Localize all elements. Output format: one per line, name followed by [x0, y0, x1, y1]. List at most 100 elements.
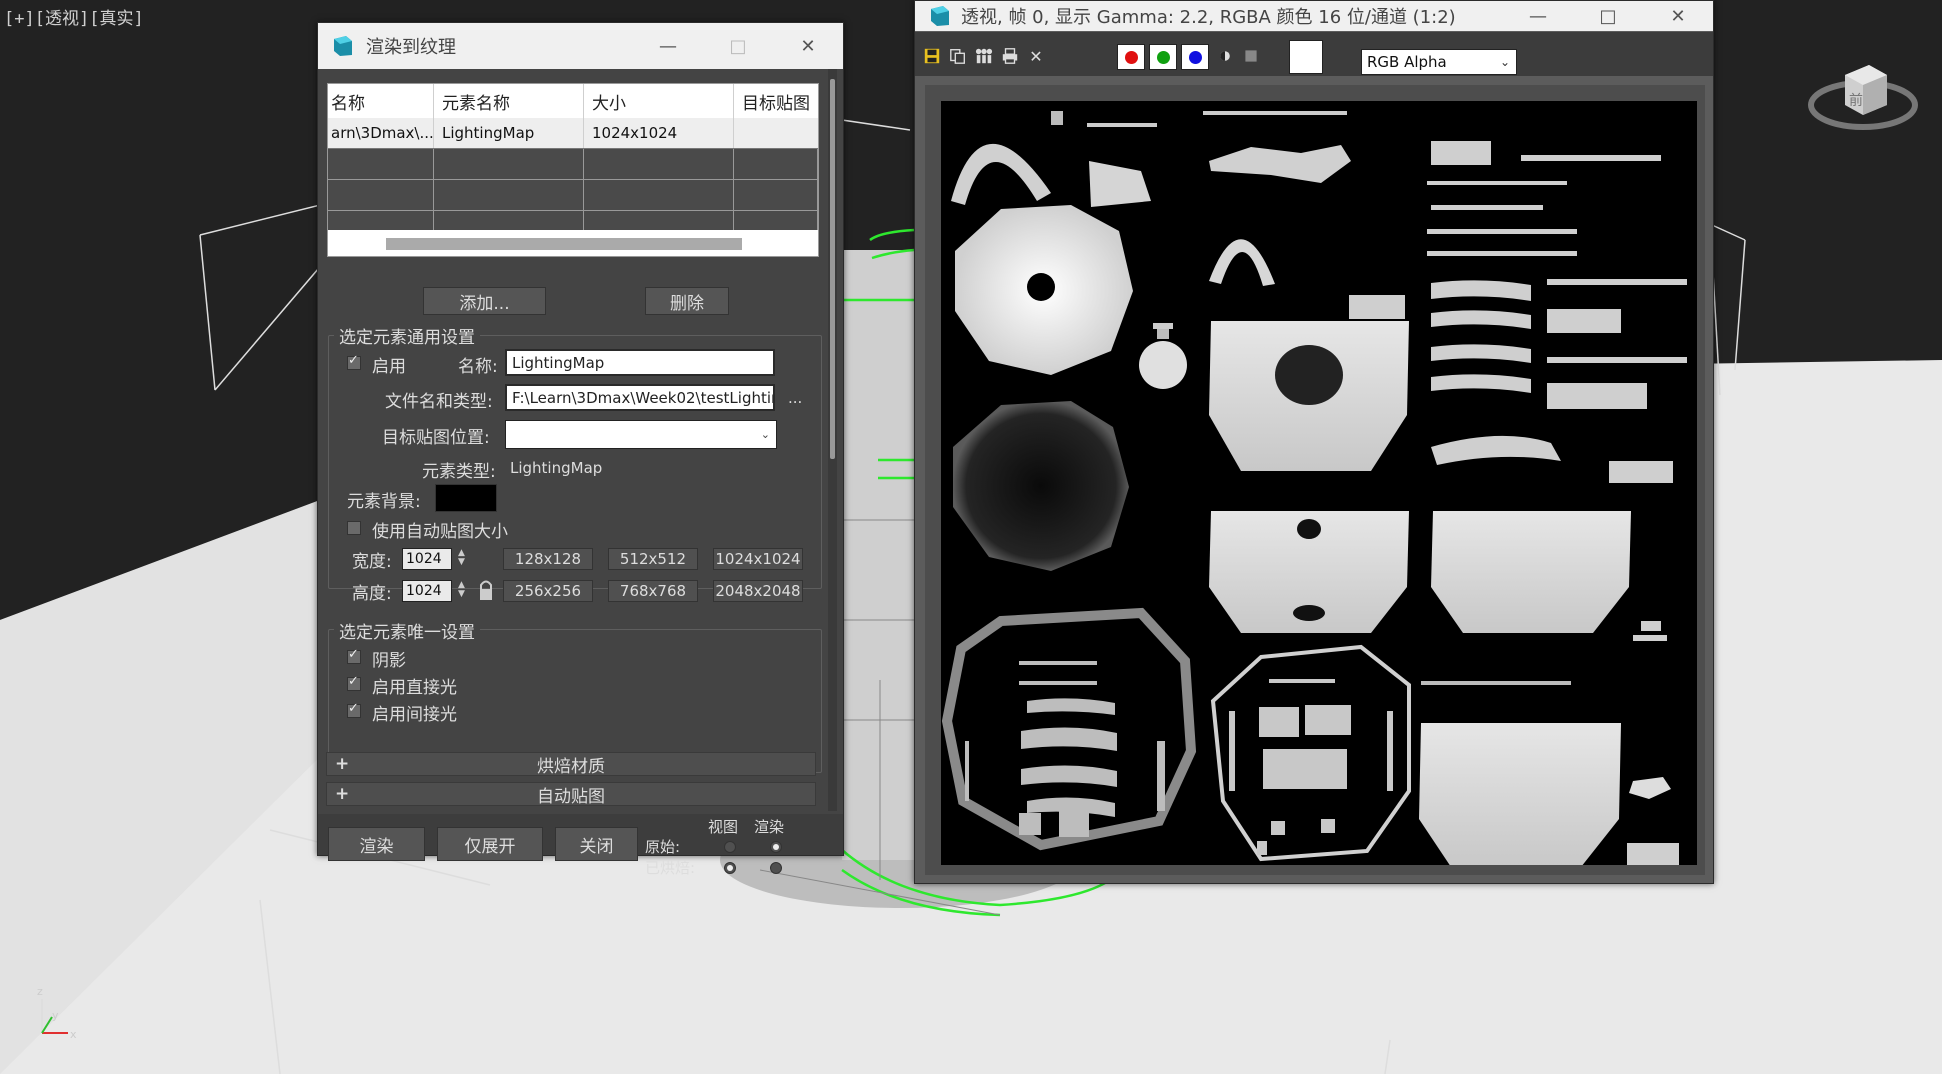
size-preset-512-button[interactable]: 512x512: [608, 548, 698, 570]
viewport-menu-shading[interactable]: [真实]: [89, 9, 143, 29]
viewport-menu-view[interactable]: [透视]: [35, 9, 89, 29]
baked-render-radio[interactable]: [770, 862, 782, 874]
target-map-select[interactable]: ⌄: [505, 420, 777, 449]
frame-buffer-titlebar[interactable]: 透视, 帧 0, 显示 Gamma: 2.2, RGBA 颜色 16 位/通道 …: [915, 1, 1713, 31]
axis-x-label: x: [70, 1028, 77, 1041]
height-label: 高度:: [352, 584, 392, 604]
table-row[interactable]: arn\3Dmax\... LightingMap 1024x1024: [328, 118, 818, 149]
viewport-label[interactable]: [+][透视][真实]: [4, 4, 144, 29]
dialog-title: 渲染到纹理: [366, 37, 456, 58]
column-header-target[interactable]: 目标贴图: [734, 84, 818, 118]
unique-settings-title: 选定元素唯一设置: [334, 618, 480, 643]
alpha-channel-icon[interactable]: [1215, 46, 1235, 66]
common-settings-title: 选定元素通用设置: [334, 323, 480, 348]
direct-light-checkbox[interactable]: [347, 674, 361, 691]
blue-channel-toggle[interactable]: [1181, 44, 1209, 70]
indirect-light-label: 启用间接光: [372, 705, 457, 725]
auto-size-checkbox[interactable]: [347, 521, 361, 535]
maximize-icon[interactable]: □: [1573, 1, 1643, 31]
cell-target: [734, 118, 818, 148]
table-hscroll-thumb[interactable]: [386, 238, 742, 250]
viewport-menu-plus[interactable]: [+]: [4, 9, 35, 29]
width-label: 宽度:: [352, 552, 392, 572]
render-area[interactable]: [925, 85, 1705, 875]
element-type-value: LightingMap: [510, 459, 603, 477]
minimize-icon[interactable]: —: [1503, 1, 1573, 31]
monochrome-icon[interactable]: [1241, 46, 1261, 66]
height-spinner[interactable]: 1024: [402, 580, 452, 602]
dialog-scrollbar[interactable]: [828, 69, 837, 811]
element-background-label: 元素背景:: [347, 492, 421, 512]
delete-element-button[interactable]: 删除: [645, 287, 729, 315]
channel-display-value: RGB Alpha: [1367, 53, 1447, 71]
original-label: 原始:: [645, 838, 681, 856]
maximize-icon[interactable]: □: [703, 23, 773, 69]
column-header-name[interactable]: 名称: [328, 84, 434, 118]
size-preset-128-button[interactable]: 128x128: [503, 548, 593, 570]
file-name-input[interactable]: F:\Learn\3Dmax\Week02\testLightingM: [505, 384, 775, 411]
size-preset-2048-button[interactable]: 2048x2048: [713, 580, 803, 602]
name-label: 名称:: [458, 357, 498, 377]
frame-buffer-toolbar: ✕ RGB Alpha ⌄: [915, 32, 1713, 76]
view-column-label: 视图: [708, 818, 739, 836]
indirect-light-checkbox[interactable]: [347, 701, 361, 718]
baked-label: 已烘焙:: [645, 859, 696, 877]
chevron-down-icon: ⌄: [1499, 55, 1510, 69]
height-spinner-arrows[interactable]: ▲ ▼: [458, 581, 468, 599]
green-channel-toggle[interactable]: [1149, 44, 1177, 70]
clear-icon[interactable]: ✕: [1026, 46, 1046, 66]
element-name-input[interactable]: LightingMap: [505, 349, 775, 376]
column-header-size[interactable]: 大小: [584, 84, 734, 118]
table-hscrollbar[interactable]: [328, 230, 818, 256]
table-row-empty: [328, 149, 818, 180]
lock-icon[interactable]: [478, 579, 494, 601]
baked-view-radio[interactable]: [724, 862, 736, 874]
cell-name: arn\3Dmax\...: [328, 118, 434, 148]
viewcube-face-label: 前: [1849, 92, 1863, 109]
width-spinner-arrows[interactable]: ▲ ▼: [458, 549, 468, 567]
app-3dsmax-icon: [334, 36, 352, 56]
size-preset-1024-button[interactable]: 1024x1024: [713, 548, 803, 570]
dialog-titlebar[interactable]: 渲染到纹理 — □ ✕: [318, 23, 843, 69]
rollout-auto-map[interactable]: + 自动贴图: [326, 782, 816, 807]
original-view-radio[interactable]: [724, 841, 736, 853]
unwrap-only-button[interactable]: 仅展开: [437, 827, 543, 861]
shadow-checkbox[interactable]: [347, 647, 361, 664]
print-icon[interactable]: [1000, 46, 1020, 66]
size-preset-768-button[interactable]: 768x768: [608, 580, 698, 602]
table-header: 名称 元素名称 大小 目标贴图: [328, 84, 818, 118]
add-element-button[interactable]: 添加...: [423, 287, 546, 315]
render-column-label: 渲染: [754, 818, 785, 836]
axis-z-label: z: [37, 985, 43, 998]
dialog-scroll-thumb[interactable]: [830, 79, 835, 459]
close-dialog-button[interactable]: 关闭: [555, 827, 638, 861]
viewcube-icon[interactable]: 前: [1805, 45, 1925, 135]
minimize-icon[interactable]: —: [633, 23, 703, 69]
frame-buffer-window: 透视, 帧 0, 显示 Gamma: 2.2, RGBA 颜色 16 位/通道 …: [914, 0, 1714, 884]
enable-label: 启用: [372, 357, 406, 377]
copy-image-icon[interactable]: [948, 46, 968, 66]
save-image-icon[interactable]: [922, 46, 942, 66]
rollout-baked-material[interactable]: + 烘焙材质: [326, 752, 816, 777]
element-background-swatch[interactable]: [435, 484, 497, 512]
width-spinner[interactable]: 1024: [402, 548, 452, 570]
size-preset-256-button[interactable]: 256x256: [503, 580, 593, 602]
rollout-expand-icon: +: [335, 784, 350, 804]
browse-file-button[interactable]: ...: [788, 389, 802, 407]
auto-size-label: 使用自动贴图大小: [372, 522, 508, 542]
original-render-radio[interactable]: [770, 841, 782, 853]
enable-checkbox[interactable]: [347, 353, 361, 370]
channel-display-select[interactable]: RGB Alpha ⌄: [1361, 49, 1517, 75]
rollout-label: 自动贴图: [537, 786, 605, 807]
render-button[interactable]: 渲染: [328, 827, 425, 861]
axis-y-label: y: [52, 1009, 59, 1022]
close-icon[interactable]: ✕: [1643, 1, 1713, 31]
red-channel-toggle[interactable]: [1117, 44, 1145, 70]
clone-window-icon[interactable]: [974, 46, 994, 66]
swatch-icon[interactable]: [1289, 40, 1323, 74]
element-table[interactable]: 名称 元素名称 大小 目标贴图 arn\3Dmax\... LightingMa…: [327, 83, 819, 257]
file-name-label: 文件名和类型:: [385, 392, 493, 412]
column-header-element[interactable]: 元素名称: [434, 84, 584, 118]
shadow-label: 阴影: [372, 651, 406, 671]
close-icon[interactable]: ✕: [773, 23, 843, 69]
